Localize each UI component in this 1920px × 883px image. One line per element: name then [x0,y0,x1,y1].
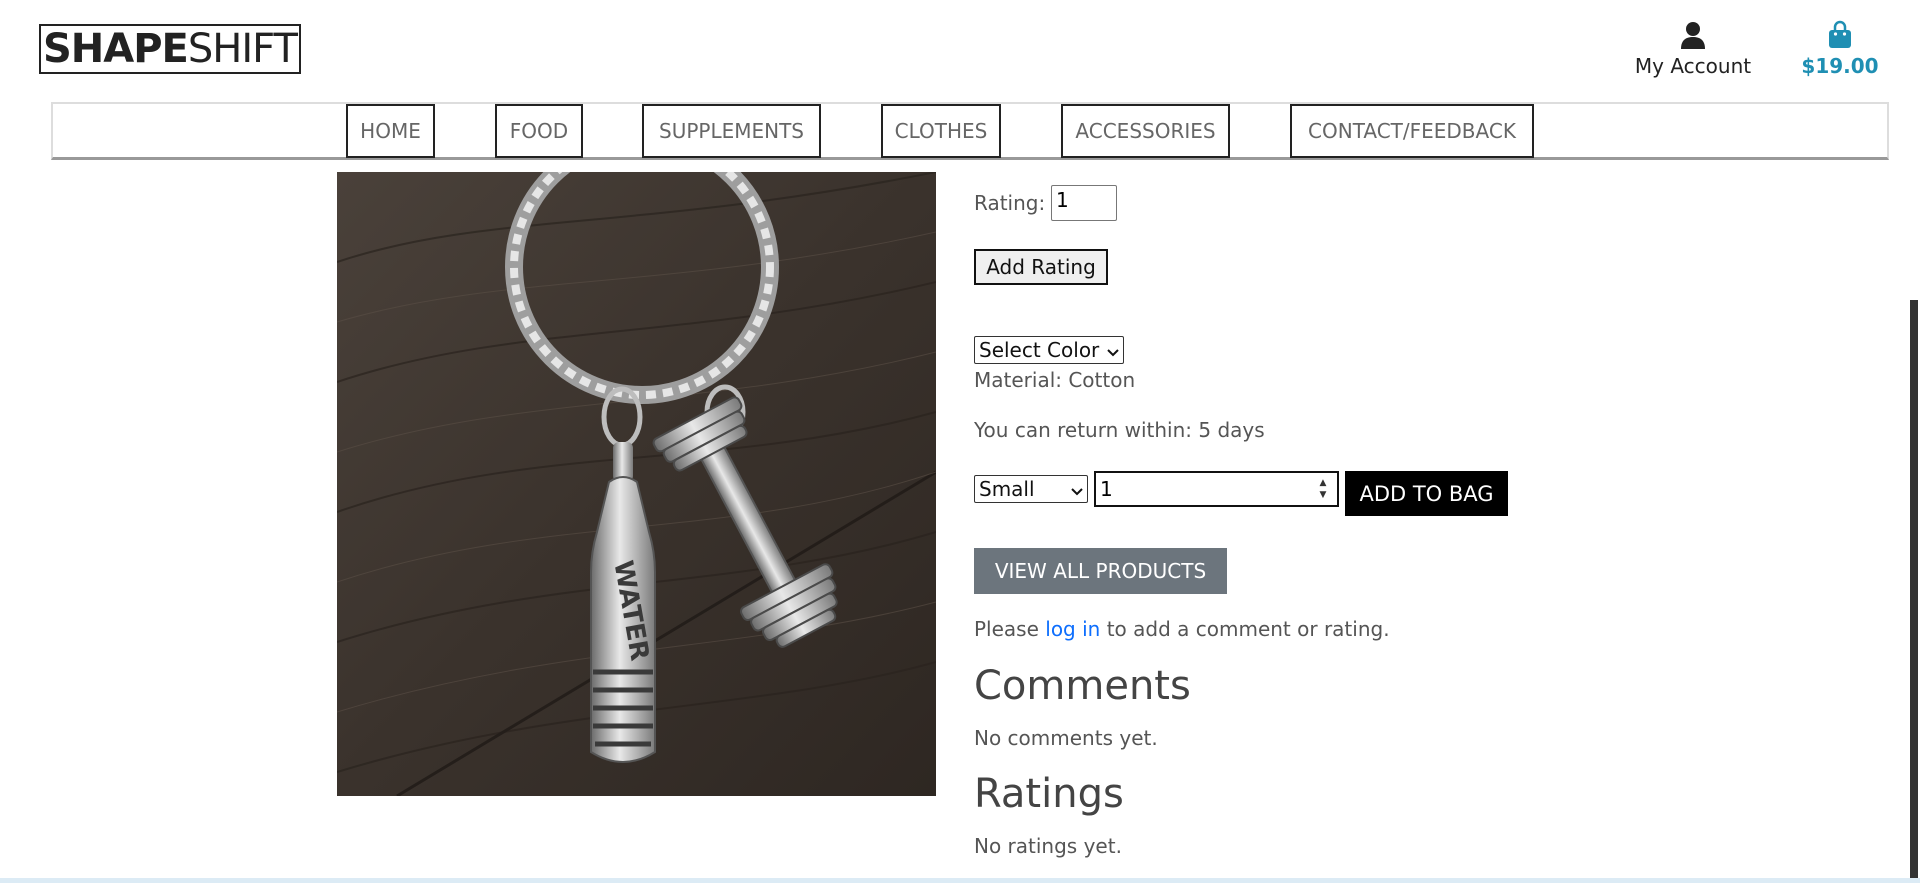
nav-home[interactable]: HOME [346,104,435,158]
login-prompt-before: Please [974,617,1046,641]
user-icon [1678,20,1708,50]
quantity-stepper[interactable]: ▲ ▼ [1315,475,1331,503]
view-all-products-button[interactable]: VIEW ALL PRODUCTS [974,548,1227,594]
size-select[interactable]: Small [974,475,1088,503]
shopping-bag-link[interactable]: $19.00 [1800,20,1880,78]
stepper-up-icon[interactable]: ▲ [1320,477,1327,489]
chevron-down-icon [1071,477,1083,501]
comments-empty-text: No comments yet. [974,726,1158,750]
chevron-down-icon [1107,338,1119,362]
color-select[interactable]: Select Color [974,336,1124,364]
logo-light-text: SHIFT [187,26,298,72]
login-prompt: Please log in to add a comment or rating… [974,617,1390,641]
bottom-strip [0,878,1920,883]
nav-clothes[interactable]: CLOTHES [881,104,1001,158]
site-logo[interactable]: SHAPE SHIFT [39,24,301,74]
scrollbar-thumb[interactable] [1910,300,1918,883]
shopping-bag-icon [1825,20,1855,50]
my-account-link[interactable]: My Account [1628,20,1758,78]
quantity-value: 1 [1100,477,1113,501]
login-link[interactable]: log in [1045,617,1100,641]
size-select-value: Small [979,477,1035,501]
nav-accessories[interactable]: ACCESSORIES [1061,104,1230,158]
bag-total: $19.00 [1801,54,1879,78]
color-select-value: Select Color [979,338,1100,362]
my-account-label: My Account [1634,54,1752,78]
add-rating-button[interactable]: Add Rating [974,249,1108,285]
return-policy-text: You can return within: 5 days [974,418,1265,442]
stepper-down-icon[interactable]: ▼ [1320,489,1327,501]
quantity-input[interactable]: 1 ▲ ▼ [1094,471,1339,507]
rating-input[interactable]: 1 [1051,185,1117,221]
logo-bold-text: SHAPE [43,26,189,72]
ratings-heading: Ratings [974,771,1124,817]
comments-heading: Comments [974,663,1191,709]
nav-food[interactable]: FOOD [495,104,583,158]
ratings-empty-text: No ratings yet. [974,834,1122,858]
product-image: WATER [337,172,936,796]
login-prompt-after: to add a comment or rating. [1100,617,1390,641]
rating-label: Rating: [974,191,1046,215]
add-to-bag-button[interactable]: ADD TO BAG [1345,471,1508,516]
nav-supplements[interactable]: SUPPLEMENTS [642,104,821,158]
nav-contact-feedback[interactable]: CONTACT/FEEDBACK [1290,104,1534,158]
material-text: Material: Cotton [974,368,1136,392]
